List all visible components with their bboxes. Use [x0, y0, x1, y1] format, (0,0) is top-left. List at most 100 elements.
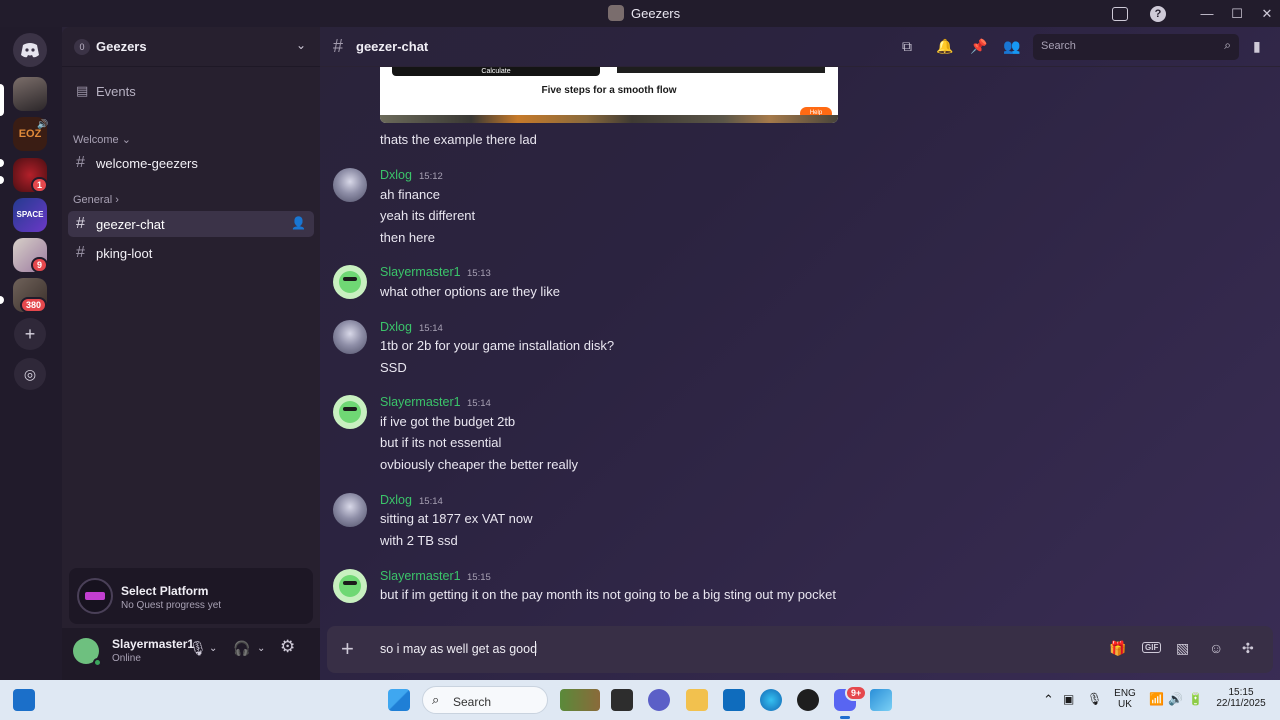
edge-icon[interactable]	[760, 689, 782, 711]
hash-icon: #	[333, 36, 344, 56]
volume-icon[interactable]: 🔊	[1168, 692, 1183, 706]
avatar[interactable]	[333, 569, 367, 603]
message-author[interactable]: Slayermaster1	[380, 569, 461, 583]
message-composer[interactable]: + so i may as well get as good 🎁 GIF ▧ ☺…	[327, 626, 1273, 673]
message-timestamp: 15:14	[467, 398, 491, 409]
category-welcome[interactable]: Welcome ⌄	[73, 133, 131, 146]
message-author[interactable]: Slayermaster1	[380, 265, 461, 279]
avatar[interactable]	[333, 320, 367, 354]
channel-geezer-chat[interactable]: # geezer-chat 👤	[68, 211, 314, 237]
close-button[interactable]: ✕	[1257, 4, 1277, 24]
search-input[interactable]: Search ⌕	[1033, 34, 1239, 60]
message-author[interactable]: Dxlog	[380, 320, 412, 334]
text-caret	[535, 641, 536, 656]
taskbar-search[interactable]: ⌕ Search	[422, 686, 548, 714]
windows-start-icon[interactable]	[388, 689, 410, 711]
guild-header[interactable]: 0 Geezers ⌄	[62, 27, 320, 67]
minimize-button[interactable]: —	[1197, 4, 1217, 24]
chevron-down-icon: ⌄	[295, 38, 306, 52]
battery-icon[interactable]: 🔋	[1188, 692, 1203, 706]
message-line: with 2 TB ssd	[380, 533, 458, 548]
message-input[interactable]: so i may as well get as good	[380, 642, 537, 656]
avatar[interactable]	[333, 493, 367, 527]
file-explorer-icon[interactable]	[686, 689, 708, 711]
guild-icon	[608, 5, 624, 21]
add-attachment-icon[interactable]: +	[341, 636, 354, 662]
inbox-icon[interactable]	[1112, 7, 1128, 21]
apps-icon[interactable]: ✣	[1242, 640, 1254, 657]
emoji-icon[interactable]: ☺	[1209, 640, 1223, 656]
hash-icon: #	[76, 244, 85, 261]
message-list[interactable]: Calculate Five steps for a smooth flow H…	[320, 67, 1280, 622]
photos-icon[interactable]	[870, 689, 892, 711]
tray-app-icon[interactable]: ▣	[1063, 692, 1074, 706]
quest-card[interactable]: Select Platform No Quest progress yet	[69, 568, 313, 624]
message-line: yeah its different	[380, 208, 476, 223]
search-highlight-image	[560, 689, 600, 711]
avatar[interactable]	[333, 168, 367, 202]
widgets-icon[interactable]	[13, 689, 35, 711]
member-list-icon[interactable]: 👥	[1003, 38, 1020, 55]
unread-pill	[0, 296, 4, 304]
search-icon: ⌕	[1224, 38, 1231, 52]
events-item[interactable]: ▤ Events	[68, 78, 314, 104]
help-icon[interactable]: ?	[1150, 6, 1166, 22]
message-author[interactable]: Dxlog	[380, 493, 412, 507]
channel-pking-loot[interactable]: # pking-loot	[68, 240, 314, 266]
maximize-button[interactable]: ☐	[1227, 4, 1247, 24]
task-view-icon[interactable]	[611, 689, 633, 711]
calendar-icon: ▤	[76, 83, 89, 98]
chevron-up-icon[interactable]: ⌃	[1043, 692, 1054, 708]
microphone-icon[interactable]: 🎙	[189, 640, 207, 657]
channel-title: geezer-chat	[356, 39, 429, 54]
message-timestamp: 15:15	[467, 572, 491, 583]
headphones-icon[interactable]: 🎧	[233, 640, 250, 657]
channel-sidebar: 0 Geezers ⌄ ▤ Events Welcome ⌄ # welcome…	[0, 27, 320, 680]
threads-icon[interactable]: ⧉	[902, 38, 912, 55]
category-general-label: General	[73, 194, 113, 206]
user-panel: Slayermaster1 Online 🎙 ⌄ 🎧 ⌄ ⚙	[62, 628, 320, 680]
bookmark-icon[interactable]: ▮	[1253, 38, 1261, 55]
chat-header: # geezer-chat ⧉ 🔔 📌 👥 Search ⌕ ▮	[320, 27, 1280, 67]
message-author[interactable]: Slayermaster1	[380, 395, 461, 409]
link-embed-image[interactable]: Calculate Five steps for a smooth flow H…	[380, 67, 838, 123]
server-space[interactable]: SPACE	[13, 198, 47, 232]
discord-home-icon[interactable]	[13, 33, 47, 67]
avatar[interactable]	[333, 395, 367, 429]
settings-gear-icon[interactable]: ⚙	[280, 637, 295, 657]
store-icon[interactable]	[723, 689, 745, 711]
pin-icon[interactable]: 📌	[970, 38, 987, 55]
teams-icon[interactable]	[648, 689, 670, 711]
avatar[interactable]	[333, 265, 367, 299]
user-name[interactable]: Slayermaster1	[112, 637, 194, 651]
taskbar-search-label: Search	[453, 695, 492, 709]
message-line: what other options are they like	[380, 284, 560, 299]
embed-calculate-button: Calculate	[392, 67, 600, 76]
explore-icon[interactable]: ◎	[14, 358, 46, 390]
gift-icon[interactable]: 🎁	[1109, 640, 1126, 657]
quest-subtitle: No Quest progress yet	[121, 600, 222, 611]
message-line: but if im getting it on the pay month it…	[380, 587, 836, 602]
clock[interactable]: 15:15 22/11/2025	[1212, 687, 1270, 709]
events-label: Events	[96, 84, 136, 99]
sticker-icon[interactable]: ▧	[1176, 640, 1189, 657]
message-line: then here	[380, 230, 435, 245]
quest-image	[77, 578, 113, 614]
chevron-down-icon[interactable]: ⌄	[257, 643, 265, 654]
gif-button[interactable]: GIF	[1142, 642, 1162, 653]
channel-welcome-geezers[interactable]: # welcome-geezers	[68, 150, 314, 176]
clock-date: 22/11/2025	[1216, 698, 1266, 709]
obs-icon[interactable]	[797, 689, 819, 711]
server-geezers[interactable]	[13, 77, 47, 111]
add-server-icon[interactable]: +	[14, 318, 46, 350]
chevron-down-icon[interactable]: ⌄	[209, 643, 217, 654]
wifi-icon[interactable]: 📶	[1149, 692, 1164, 706]
language-indicator[interactable]: ENG UK	[1113, 688, 1137, 710]
bell-icon[interactable]: 🔔	[936, 38, 953, 55]
embed-heading: Five steps for a smooth flow	[541, 85, 677, 96]
windows-taskbar: ⌕ Search 9+ ⌃ ▣ 🎙 ENG UK 📶 🔊 🔋 15:15 22/11…	[0, 680, 1280, 720]
category-general[interactable]: General ›	[73, 194, 119, 206]
microphone-icon[interactable]: 🎙	[1087, 692, 1102, 706]
message-author[interactable]: Dxlog	[380, 168, 412, 182]
invite-member-icon[interactable]: 👤	[291, 216, 306, 230]
